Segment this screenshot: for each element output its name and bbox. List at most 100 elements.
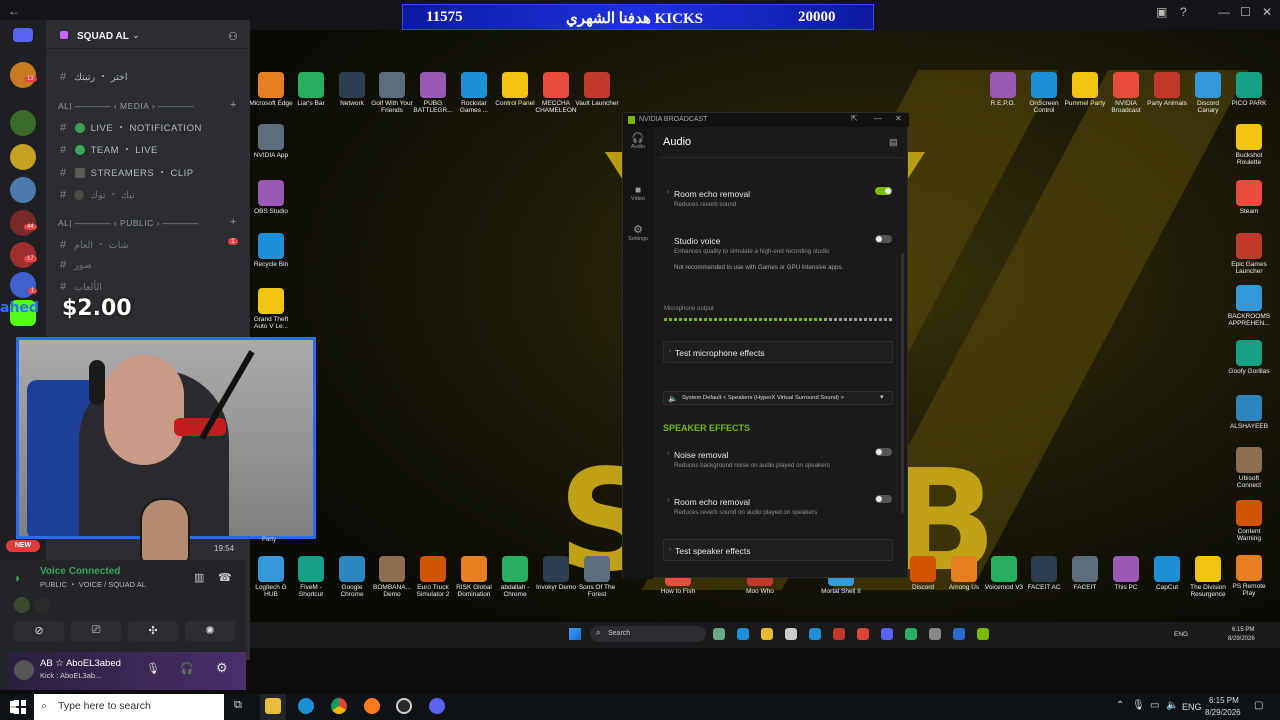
channel-streamers[interactable]: # STREAMERS ・ CLIP [60, 165, 194, 179]
desktop-icon-liar-s-bar[interactable]: Liar's Bar [289, 72, 333, 107]
desktop-icon-fivem-shortcut[interactable]: FiveM - Shortcut [289, 556, 333, 599]
stream-clock-time[interactable]: 6:15 PM [1232, 627, 1254, 633]
stream-taskbar-app-icon[interactable] [905, 628, 917, 640]
stream-taskbar-app-icon[interactable] [881, 628, 893, 640]
desktop-icon-pubg-battlegr[interactable]: PUBG BATTLEGR... [411, 72, 455, 115]
stream-taskbar-app-icon[interactable] [953, 628, 965, 640]
desktop-icon-buckshot-roulette[interactable]: Buckshot Roulette [1227, 124, 1271, 167]
server-icon[interactable] [10, 272, 36, 298]
expand-chevron-icon[interactable]: › [667, 187, 670, 196]
channel-roles[interactable]: # اختر ・ رتبتك [60, 69, 128, 83]
test-mic-button[interactable]: › Test microphone effects [663, 341, 893, 363]
server-icon[interactable] [10, 242, 36, 268]
mic-room-echo-toggle[interactable] [875, 187, 892, 195]
headphones-icon[interactable]: 🎧 [180, 662, 194, 675]
channel-games[interactable]: # الألعاب [60, 281, 102, 293]
desktop-icon-epic-games-launcher[interactable]: Epic Games Launcher [1227, 233, 1271, 276]
minimize-icon[interactable]: — [1218, 5, 1230, 19]
nav-audio[interactable]: 🎧 Audio [623, 133, 653, 150]
channel-chat[interactable]: # شات ・ العام [60, 237, 129, 251]
studio-voice-row[interactable]: Studio voice Enhances quality to simulat… [674, 236, 874, 273]
channel-tiktok[interactable]: # تيك ・ توك [60, 187, 135, 201]
voice-channel[interactable]: PUBLIC ・ VOICE / SQUAD AL [40, 579, 146, 590]
nav-video[interactable]: ■ Video [623, 185, 653, 202]
desktop-icon-this-pc[interactable]: This PC [1104, 556, 1148, 591]
speaker-room-echo-toggle[interactable] [875, 495, 892, 503]
desktop-icon-nvidia-broadcast[interactable]: NVIDIA Broadcast [1104, 72, 1148, 115]
desktop-icon-alshayeeb[interactable]: ALSHAYEEB [1227, 395, 1271, 430]
desktop-icon-pummel-party[interactable]: Pummel Party [1063, 72, 1107, 107]
user-avatar[interactable] [14, 660, 34, 680]
studio-voice-toggle[interactable] [875, 235, 892, 243]
desktop-icon-network[interactable]: Network [330, 72, 374, 107]
minimize-icon[interactable]: — [874, 114, 882, 123]
inbox-icon[interactable]: ▣ [1156, 5, 1167, 19]
desktop-icon-obs-studio[interactable]: OBS Studio [249, 180, 293, 215]
desktop-icon-logitech-g-hub[interactable]: Logitech G HUB [249, 556, 293, 599]
party-icon-label[interactable]: Party [262, 537, 276, 543]
category-public[interactable]: AL| ———— ‹ PUBLIC › ———— [58, 218, 199, 228]
desktop-icon-meccha-chameleon[interactable]: MECCHA CHAMELEON [534, 72, 578, 115]
stream-taskbar-app-icon[interactable] [809, 628, 821, 640]
desktop-icon-rockstar-games[interactable]: Rockstar Games ... [452, 72, 496, 115]
server-icon[interactable] [10, 210, 36, 236]
add-channel-icon[interactable]: + [230, 99, 236, 111]
desktop-icon-nvidia-app[interactable]: NVIDIA App [249, 124, 293, 159]
voice-status[interactable]: Voice Connected [40, 566, 120, 577]
language-indicator[interactable]: ENG [1182, 702, 1202, 712]
desktop-icon-google-chrome[interactable]: Google Chrome [330, 556, 374, 599]
desktop-icon-discord-canary[interactable]: Discord Canary [1186, 72, 1230, 115]
screen-share-button[interactable]: ⎚ [71, 621, 121, 641]
feedback-icon[interactable]: ▤ [889, 137, 898, 148]
mic-room-echo-row[interactable]: Room echo removal Reduces reverb sound [674, 189, 900, 209]
stream-taskbar-app-icon[interactable] [833, 628, 845, 640]
stream-taskbar-app-icon[interactable] [761, 628, 773, 640]
server-name[interactable]: SQUAD AL [77, 31, 129, 42]
activities-button[interactable]: ✣ [128, 621, 178, 641]
mic-icon[interactable]: 🎙 [146, 662, 160, 675]
channel-team[interactable]: # TEAM ・ LIVE [60, 142, 158, 156]
desktop-icon-among-us[interactable]: Among Us [942, 556, 986, 591]
category-media[interactable]: AL| ———— ‹ MEDIA › ———— [58, 101, 194, 111]
desktop-icon-grand-theft-auto-v-le[interactable]: Grand Theft Auto V Le... [249, 288, 293, 331]
desktop-icon-ps-remote-play[interactable]: PS Remote Play [1227, 555, 1271, 598]
chevron-down-icon[interactable]: ⌄ [132, 30, 140, 41]
desktop-icon-pico-park[interactable]: PICO PARK [1227, 72, 1271, 107]
desktop-icon-capcut[interactable]: CapCut [1145, 556, 1189, 591]
add-channel-icon[interactable]: + [230, 216, 236, 228]
server-icon[interactable] [10, 110, 36, 136]
desktop-icon-steam[interactable]: Steam [1227, 180, 1271, 215]
add-member-icon[interactable]: ⚇ [228, 30, 238, 43]
help-icon[interactable]: ? [1180, 5, 1187, 19]
desktop-icon-ubisoft-connect[interactable]: Ubisoft Connect [1227, 447, 1271, 490]
task-view-icon[interactable]: ⧉ [234, 699, 242, 712]
stream-taskbar-app-icon[interactable] [929, 628, 941, 640]
stream-lang[interactable]: ENG [1174, 631, 1188, 638]
clock-date[interactable]: 8/29/2026 [1205, 708, 1241, 717]
taskbar-search-box[interactable]: Type here to search [34, 694, 224, 720]
stream-taskbar-app-icon[interactable] [737, 628, 749, 640]
nav-settings[interactable]: ⚙ Settings [623, 223, 653, 242]
stream-taskbar-app-icon[interactable] [977, 628, 989, 640]
desktop-icon-abdallah-chrome[interactable]: abdallah - Chrome [493, 556, 537, 599]
desktop-icon-golf-with-your-friends[interactable]: Golf With Your Friends [370, 72, 414, 115]
back-arrow-icon[interactable]: ← [8, 4, 20, 18]
desktop-icon-the-division-resurgence[interactable]: The Division Resurgence [1186, 556, 1230, 599]
obs-icon[interactable] [396, 698, 412, 714]
windows-start-icon[interactable] [569, 628, 581, 640]
soundboard-button[interactable]: ✺ [185, 621, 235, 641]
desktop-icon-faceit-ac[interactable]: FACEIT AC [1022, 556, 1066, 591]
channel-pics[interactable]: # صور [60, 259, 92, 271]
speaker-room-echo-row[interactable]: Room echo removal Reduces reverb sound o… [674, 497, 900, 517]
clock-time[interactable]: 6:15 PM [1209, 696, 1239, 705]
stream-search-box[interactable]: Search [590, 626, 706, 642]
tray-expand-icon[interactable]: ⌃ [1116, 700, 1124, 711]
stream-taskbar-app-icon[interactable] [785, 628, 797, 640]
expand-chevron-icon[interactable]: › [667, 495, 670, 504]
disconnect-icon[interactable]: ☎ [218, 571, 232, 584]
desktop-icon-content-warning[interactable]: Content Warning [1227, 500, 1271, 543]
speaker-device-select[interactable]: 🔈 System Default < Speakers (HyperX Virt… [663, 391, 893, 405]
popout-icon[interactable]: ⇱ [851, 114, 858, 123]
test-speaker-button[interactable]: › Test speaker effects [663, 539, 893, 561]
mic-tray-icon[interactable]: 🎙 [1132, 700, 1145, 711]
